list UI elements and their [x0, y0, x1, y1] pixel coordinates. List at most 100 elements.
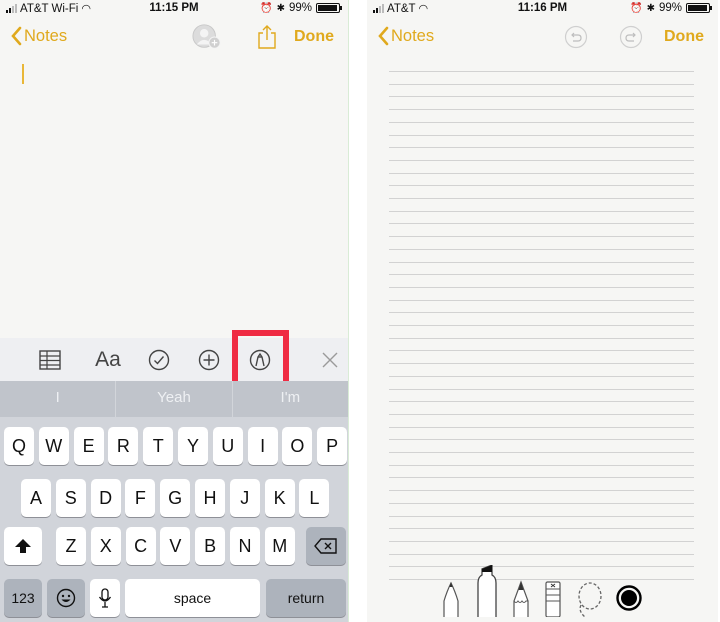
key-l[interactable]: L	[299, 479, 330, 517]
ruled-line	[389, 502, 694, 504]
status-bar: AT&T ◠ 11:16 PM ⏰ ✱ 99%	[367, 0, 718, 18]
key-j[interactable]: J	[229, 479, 260, 517]
ruled-line	[389, 198, 694, 199]
ruled-line	[389, 515, 694, 517]
undo-button[interactable]	[561, 22, 591, 52]
insert-button[interactable]	[194, 345, 224, 375]
markup-highlight-box	[232, 330, 289, 387]
ruled-line	[389, 71, 694, 72]
ruled-line	[389, 223, 694, 225]
format-toolbar: Aa	[0, 338, 348, 381]
ruled-line	[389, 312, 694, 314]
ruled-line	[389, 490, 694, 492]
notes-edit-screen: AT&T Wi-Fi ◠ 11:15 PM ⏰ ✱ 99% Notes Done…	[0, 0, 349, 622]
microphone-icon	[98, 588, 112, 608]
add-person-button[interactable]	[192, 22, 222, 52]
key-g[interactable]: G	[160, 479, 191, 517]
ruled-line	[389, 286, 694, 288]
add-person-icon	[192, 24, 221, 49]
redo-button[interactable]	[616, 22, 646, 52]
checklist-button[interactable]	[144, 345, 174, 375]
key-w[interactable]: W	[38, 427, 69, 465]
done-button[interactable]: Done	[294, 28, 334, 46]
ruled-line	[389, 426, 694, 428]
key-v[interactable]: V	[160, 527, 191, 565]
pencil-tool[interactable]	[511, 579, 531, 622]
key-a[interactable]: A	[21, 479, 51, 517]
key-m[interactable]: M	[264, 527, 295, 565]
key-y[interactable]: Y	[178, 427, 208, 465]
ruled-line	[389, 337, 694, 339]
pen-tool[interactable]	[441, 579, 461, 622]
key-x[interactable]: X	[90, 527, 121, 565]
close-toolbar-button[interactable]	[315, 345, 345, 375]
key-c[interactable]: C	[125, 527, 156, 565]
back-button[interactable]: Notes	[377, 26, 434, 46]
chevron-left-icon	[378, 26, 389, 46]
shift-key[interactable]	[4, 527, 42, 565]
key-t[interactable]: T	[143, 427, 174, 465]
numbers-key[interactable]: 123	[4, 579, 42, 617]
key-p[interactable]: P	[317, 427, 348, 465]
return-key[interactable]: return	[266, 579, 346, 617]
alarm-icon: ⏰	[630, 2, 643, 14]
key-q[interactable]: Q	[4, 427, 34, 465]
ruled-line	[389, 325, 694, 326]
ruled-line	[389, 159, 694, 161]
table-button[interactable]	[35, 345, 65, 375]
chevron-left-icon	[11, 26, 22, 46]
bluetooth-icon: ✱	[646, 2, 655, 14]
marker-tool[interactable]	[476, 564, 498, 622]
backspace-icon	[314, 538, 337, 554]
key-d[interactable]: D	[90, 479, 121, 517]
battery-percent: 99%	[658, 2, 682, 14]
key-z[interactable]: Z	[56, 527, 86, 565]
bluetooth-icon: ✱	[276, 2, 285, 14]
redo-icon	[619, 25, 643, 49]
note-body[interactable]	[0, 56, 348, 338]
share-button[interactable]	[252, 22, 282, 52]
ruled-line	[389, 363, 694, 365]
ruled-line	[389, 553, 694, 555]
back-button[interactable]: Notes	[10, 26, 67, 46]
suggestion-item[interactable]: I	[0, 381, 117, 417]
text-format-button[interactable]: Aa	[92, 345, 124, 375]
nav-bar: Notes Done	[0, 22, 348, 56]
ruled-line	[389, 401, 694, 403]
key-i[interactable]: I	[247, 427, 278, 465]
marker-icon	[477, 564, 497, 617]
back-label: Notes	[391, 26, 435, 45]
key-h[interactable]: H	[195, 479, 225, 517]
status-bar: AT&T Wi-Fi ◠ 11:15 PM ⏰ ✱ 99%	[0, 0, 348, 18]
done-button[interactable]: Done	[664, 28, 704, 46]
key-f[interactable]: F	[125, 479, 156, 517]
key-o[interactable]: O	[282, 427, 313, 465]
eraser-tool[interactable]	[544, 581, 562, 622]
key-u[interactable]: U	[212, 427, 243, 465]
ruled-line	[389, 528, 694, 530]
key-e[interactable]: E	[73, 427, 104, 465]
ruled-line	[389, 477, 694, 479]
suggestion-item[interactable]: Yeah	[116, 381, 233, 417]
lasso-tool[interactable]	[575, 581, 603, 622]
color-picker[interactable]	[616, 585, 642, 616]
lasso-icon	[578, 582, 602, 618]
space-key[interactable]: space	[125, 579, 260, 617]
drawing-toolbar	[367, 564, 718, 622]
table-icon	[39, 350, 61, 370]
ruled-line	[389, 248, 694, 250]
suggestion-item[interactable]: I'm	[233, 381, 348, 417]
key-b[interactable]: B	[195, 527, 226, 565]
key-r[interactable]: R	[108, 427, 139, 465]
key-n[interactable]: N	[230, 527, 260, 565]
alarm-icon: ⏰	[260, 2, 273, 14]
ruled-line	[389, 147, 694, 149]
dictation-key[interactable]	[90, 579, 120, 617]
key-s[interactable]: S	[55, 479, 86, 517]
nav-bar: Notes Done	[367, 22, 718, 56]
emoji-key[interactable]	[47, 579, 85, 617]
ruled-line	[389, 185, 694, 187]
delete-key[interactable]	[306, 527, 346, 565]
predictive-bar: I Yeah I'm	[0, 381, 348, 417]
key-k[interactable]: K	[264, 479, 295, 517]
